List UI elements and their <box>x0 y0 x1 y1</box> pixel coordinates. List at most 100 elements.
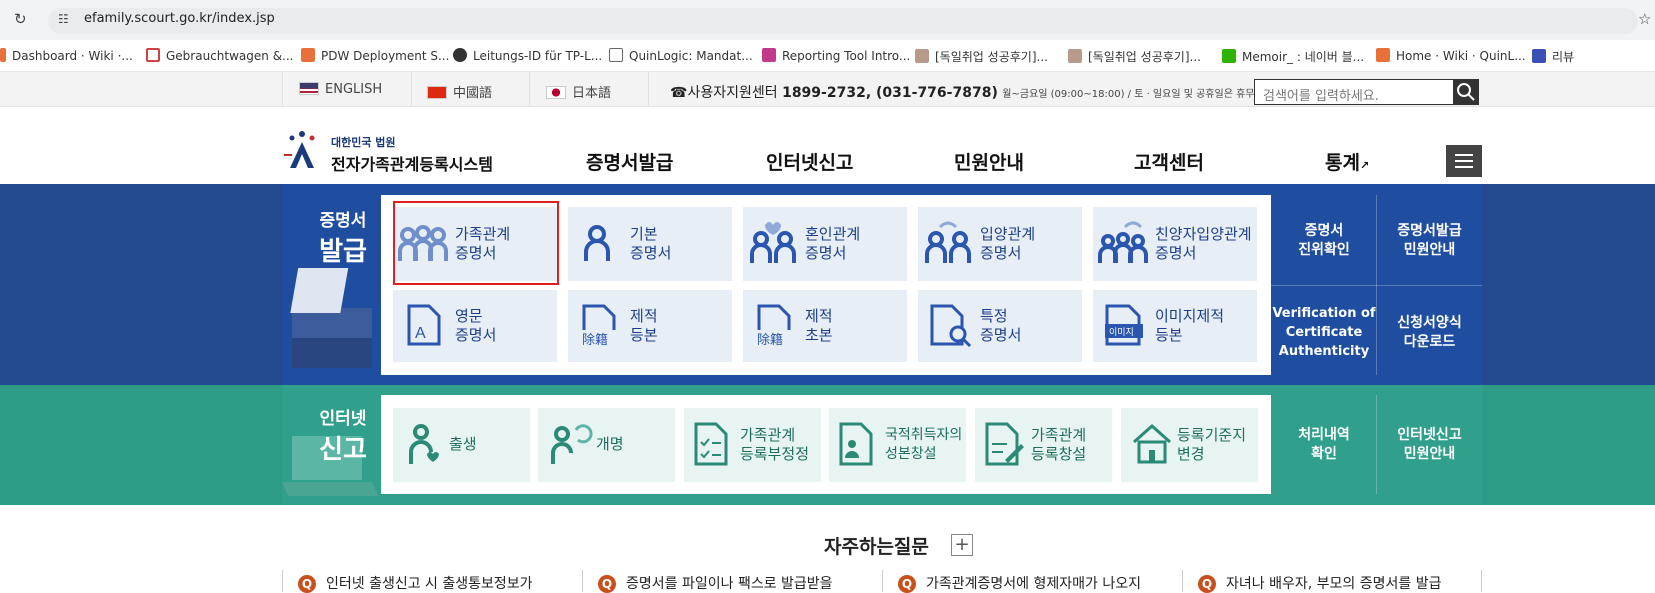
nav-statistics[interactable]: 통계↗ <box>1325 148 1369 175</box>
faq-item[interactable]: Q 인터넷 출생신고 시 출생통보정보가 <box>298 573 533 593</box>
card-image-removed-register[interactable]: 이미지 이미지제적 등본 <box>1093 290 1257 362</box>
system-title[interactable]: 전자가족관계등록시스템 <box>331 151 493 175</box>
m-icon <box>146 48 160 62</box>
lang-japanese[interactable]: 日本語 <box>546 82 611 101</box>
bookmark-item[interactable]: [독일취업 성공후기]... <box>915 48 1048 65</box>
reload-icon[interactable]: ↻ <box>14 10 27 28</box>
card-english-certificate[interactable]: A 영문 증명서 <box>393 290 557 362</box>
bookmark-item[interactable]: QuinLogic: Mandat... <box>609 48 753 63</box>
divider <box>1182 570 1183 592</box>
support-center: ☎사용자지원센터 1899-2732, (031-776-7878) 월~금요일… <box>670 85 1255 101</box>
card-removed-register-abstract[interactable]: 除籍 제적 초본 <box>743 290 907 362</box>
bookmark-item[interactable]: Gebrauchtwagen &... <box>146 48 294 63</box>
card-register-correction[interactable]: 가족관계 등록부정정 <box>684 408 821 482</box>
us-flag-icon <box>299 82 319 95</box>
bookmark-item[interactable]: Reporting Tool Intro... <box>762 48 910 63</box>
lang-chinese[interactable]: 中國語 <box>427 82 492 101</box>
card-register-creation[interactable]: 가족관계 등록창설 <box>975 408 1112 482</box>
site-info-icon[interactable]: ☷ <box>58 12 69 26</box>
lang-english[interactable]: ENGLISH <box>299 82 382 97</box>
bag-icon <box>1532 49 1546 63</box>
link-verify-certificate[interactable]: 증명서 진위확인 <box>1272 222 1376 260</box>
hamburger-menu-button[interactable] <box>1446 145 1482 177</box>
document-pen-icon <box>985 422 1024 466</box>
bookmark-item[interactable]: Dashboard · Wiki ·... <box>0 48 133 63</box>
bookmark-item[interactable]: Memoir_ : 네이버 블... <box>1222 48 1364 65</box>
card-marriage-certificate[interactable]: 혼인관계 증명서 <box>743 207 907 281</box>
gitlab-icon <box>0 48 6 62</box>
url-text[interactable]: efamily.scourt.go.kr/index.jsp <box>84 11 275 26</box>
bookmarks-bar: Dashboard · Wiki ·... Gebrauchtwagen &..… <box>0 40 1655 72</box>
divider <box>648 72 649 107</box>
play-icon <box>762 48 776 62</box>
link-verification-english[interactable]: Verification of Certificate Authenticity <box>1272 304 1376 361</box>
link-processing-history[interactable]: 처리내역 확인 <box>1272 426 1376 464</box>
external-link-icon: ↗ <box>1359 159 1370 172</box>
bookmark-item[interactable]: Leitungs-ID für TP-L... <box>453 48 602 63</box>
svg-text:A: A <box>415 325 426 342</box>
card-registry-location-change[interactable]: 등록기준지 변경 <box>1121 408 1258 482</box>
svg-text:除籍: 除籍 <box>757 332 783 348</box>
court-name: 대한민국 법원 <box>331 136 396 149</box>
faq-more-button[interactable]: + <box>951 534 973 556</box>
house-icon <box>1133 423 1171 464</box>
selected-card-highlight <box>393 201 559 285</box>
bookmark-item[interactable]: PDW Deployment S... <box>301 48 449 63</box>
globe-icon <box>453 48 467 62</box>
address-bar[interactable] <box>48 8 1638 34</box>
document-search-icon <box>930 304 972 348</box>
nav-civil-guide[interactable]: 민원안내 <box>954 148 1024 175</box>
card-adoption-certificate[interactable]: 입양관계 증명서 <box>918 207 1082 281</box>
bookmark-item[interactable]: Home · Wiki · QuinL... <box>1376 48 1526 63</box>
question-icon: Q <box>598 575 616 593</box>
checklist-icon <box>694 422 728 466</box>
card-name-change[interactable]: 개명 <box>538 408 675 482</box>
search-input[interactable]: 검색어를 입력하세요. <box>1254 79 1454 105</box>
rename-icon <box>551 424 593 464</box>
card-full-adoption-certificate[interactable]: 친양자입양관계 증명서 <box>1093 207 1257 281</box>
search-icon <box>1457 83 1475 101</box>
divider <box>529 72 530 107</box>
card-specific-certificate[interactable]: 특정 증명서 <box>918 290 1082 362</box>
page-icon <box>609 48 623 62</box>
bookmark-item[interactable]: [독일취업 성공후기]... <box>1068 48 1201 65</box>
link-report-guide[interactable]: 인터넷신고 민원안내 <box>1377 426 1482 464</box>
family-adoption-icon <box>1098 221 1148 263</box>
id-document-icon <box>839 422 873 466</box>
printer-icon <box>290 268 372 368</box>
report-section-title: 인터넷 신고 <box>319 409 367 465</box>
question-icon: Q <box>898 575 916 593</box>
faq-item[interactable]: Q 자녀나 배우자, 부모의 증명서를 발급 <box>1198 573 1441 593</box>
blog-icon <box>1222 49 1236 63</box>
search-button[interactable] <box>1453 79 1479 105</box>
card-removed-register-copy[interactable]: 除籍 제적 등본 <box>568 290 732 362</box>
thumbnail-icon <box>1068 49 1082 63</box>
japan-flag-icon <box>546 86 566 99</box>
nav-certificate[interactable]: 증명서발급 <box>586 148 673 175</box>
nav-customer-center[interactable]: 고객센터 <box>1134 148 1204 175</box>
bookmark-star-icon[interactable]: ☆ <box>1638 10 1651 28</box>
gitlab-icon <box>301 48 315 62</box>
nav-internet-report[interactable]: 인터넷신고 <box>766 148 853 175</box>
divider <box>282 72 283 107</box>
baby-icon <box>409 424 439 464</box>
question-icon: Q <box>1198 575 1216 593</box>
removed-register-icon: 除籍 <box>755 304 797 348</box>
card-naturalized-surname[interactable]: 국적취득자의 성본창설 <box>829 408 966 482</box>
adoption-icon <box>925 221 971 263</box>
bookmark-item[interactable]: 리뷰 <box>1532 48 1574 65</box>
thumbnail-icon <box>915 49 929 63</box>
faq-item[interactable]: Q 증명서를 파일이나 팩스로 발급받을 <box>598 573 833 593</box>
court-logo-icon[interactable] <box>280 128 324 172</box>
china-flag-icon <box>427 86 447 99</box>
menu-icon <box>1455 154 1473 156</box>
gitlab-icon <box>1376 48 1390 62</box>
card-basic-certificate[interactable]: 기본 증명서 <box>568 207 732 281</box>
link-certificate-guide[interactable]: 증명서발급 민원안내 <box>1377 222 1482 260</box>
image-register-icon: 이미지 <box>1105 304 1143 346</box>
card-birth-report[interactable]: 출생 <box>393 408 530 482</box>
faq-item[interactable]: Q 가족관계증명서에 형제자매가 나오지 <box>898 573 1141 593</box>
divider <box>882 570 883 592</box>
link-form-download[interactable]: 신청서양식 다운로드 <box>1377 314 1482 352</box>
phone-icon: ☎ <box>670 85 688 101</box>
